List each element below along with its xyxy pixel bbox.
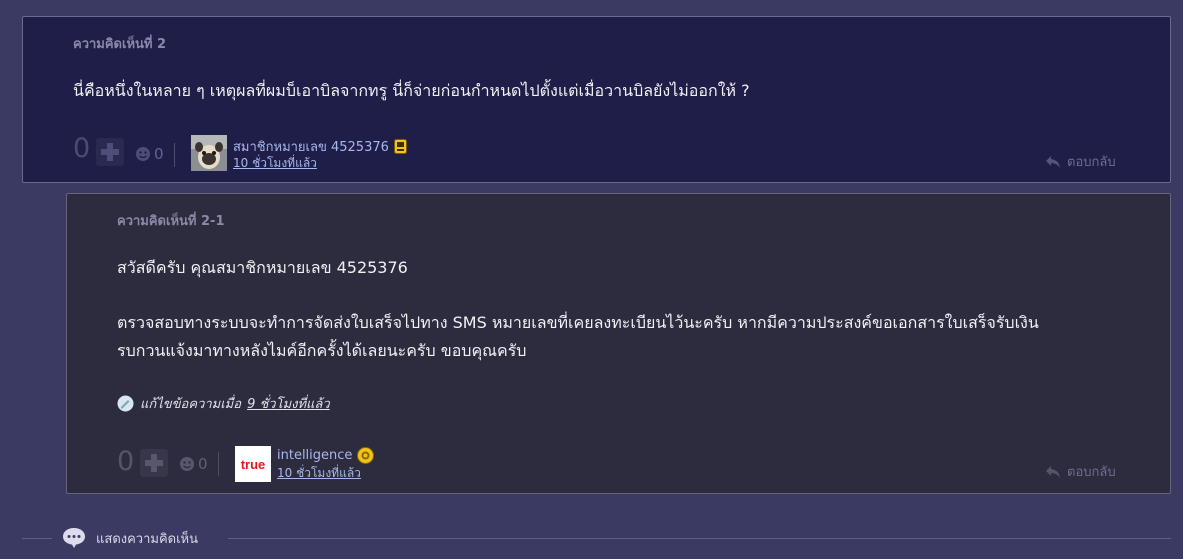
member-badge-icon xyxy=(393,139,407,154)
official-badge-icon xyxy=(357,447,375,464)
emotion-icon xyxy=(180,457,194,471)
emotion-icon xyxy=(136,147,150,161)
true-logo: true xyxy=(240,456,266,472)
avatar[interactable] xyxy=(191,135,227,171)
post-time[interactable]: 10 ชั่วโมงที่แล้ว xyxy=(277,464,361,483)
emotion-button[interactable]: 0 xyxy=(135,145,164,163)
edit-history-icon xyxy=(117,395,134,412)
comment-number: ความคิดเห็นที่ 2-1 xyxy=(117,214,225,229)
post-time[interactable]: 10 ชั่วโมงที่แล้ว xyxy=(233,154,317,173)
footer-divider-left xyxy=(22,538,52,539)
emotion-count: 0 xyxy=(198,455,208,473)
reply-arrow-icon xyxy=(1046,465,1060,478)
upvote-button[interactable] xyxy=(140,449,168,477)
vote-count: 0 xyxy=(73,133,91,164)
emotion-count: 0 xyxy=(154,145,164,163)
footer-divider-right xyxy=(228,538,1171,539)
user-name-link[interactable]: intelligence xyxy=(277,447,375,464)
edit-prefix: แก้ไขข้อความเมื่อ xyxy=(140,397,242,412)
reply-arrow-icon xyxy=(1046,155,1060,168)
reply-label: ตอบกลับ xyxy=(1067,155,1116,170)
plus-icon xyxy=(101,143,119,161)
emotion-button[interactable]: 0 xyxy=(179,455,208,473)
pug-avatar-icon xyxy=(191,135,227,171)
reply-button[interactable]: ตอบกลับ xyxy=(1045,461,1116,482)
reply-button[interactable]: ตอบกลับ xyxy=(1045,151,1116,172)
avatar[interactable]: true xyxy=(235,446,271,482)
show-comments-label: แสดงความคิดเห็น xyxy=(96,531,199,547)
comment-number: ความคิดเห็นที่ 2 xyxy=(73,37,167,52)
comment-body: นี่คือหนึ่งในหลาย ๆ เหตุผลที่ผมบ็เอาบิลจ… xyxy=(73,81,750,100)
reply-body-line-1: ตรวจสอบทางระบบจะทำการจัดส่งใบเสร็จไปทาง … xyxy=(117,313,1039,332)
divider xyxy=(218,452,219,476)
user-name[interactable]: intelligence xyxy=(277,448,352,463)
plus-icon xyxy=(145,454,163,472)
comment-card: ความคิดเห็นที่ 2 นี่คือหนึ่งในหลาย ๆ เหต… xyxy=(22,16,1171,183)
divider xyxy=(174,143,175,167)
edit-note: แก้ไขข้อความเมื่อ 9 ชั่วโมงที่แล้ว xyxy=(117,393,330,414)
show-comments-button[interactable]: แสดงความคิดเห็น xyxy=(62,527,198,549)
reply-label: ตอบกลับ xyxy=(1067,465,1116,480)
reply-greeting: สวัสดีครับ คุณสมาชิกหมายเลข 4525376 xyxy=(117,258,408,277)
reply-card: ความคิดเห็นที่ 2-1 สวัสดีครับ คุณสมาชิกห… xyxy=(66,193,1171,494)
comment-bubble-icon xyxy=(63,528,85,548)
edit-time[interactable]: 9 ชั่วโมงที่แล้ว xyxy=(247,393,330,414)
vote-count: 0 xyxy=(117,446,135,477)
upvote-button[interactable] xyxy=(96,138,124,166)
reply-body-line-2: รบกวนแจ้งมาทางหลังไมค์อีกครั้งได้เลยนะคร… xyxy=(117,341,527,360)
